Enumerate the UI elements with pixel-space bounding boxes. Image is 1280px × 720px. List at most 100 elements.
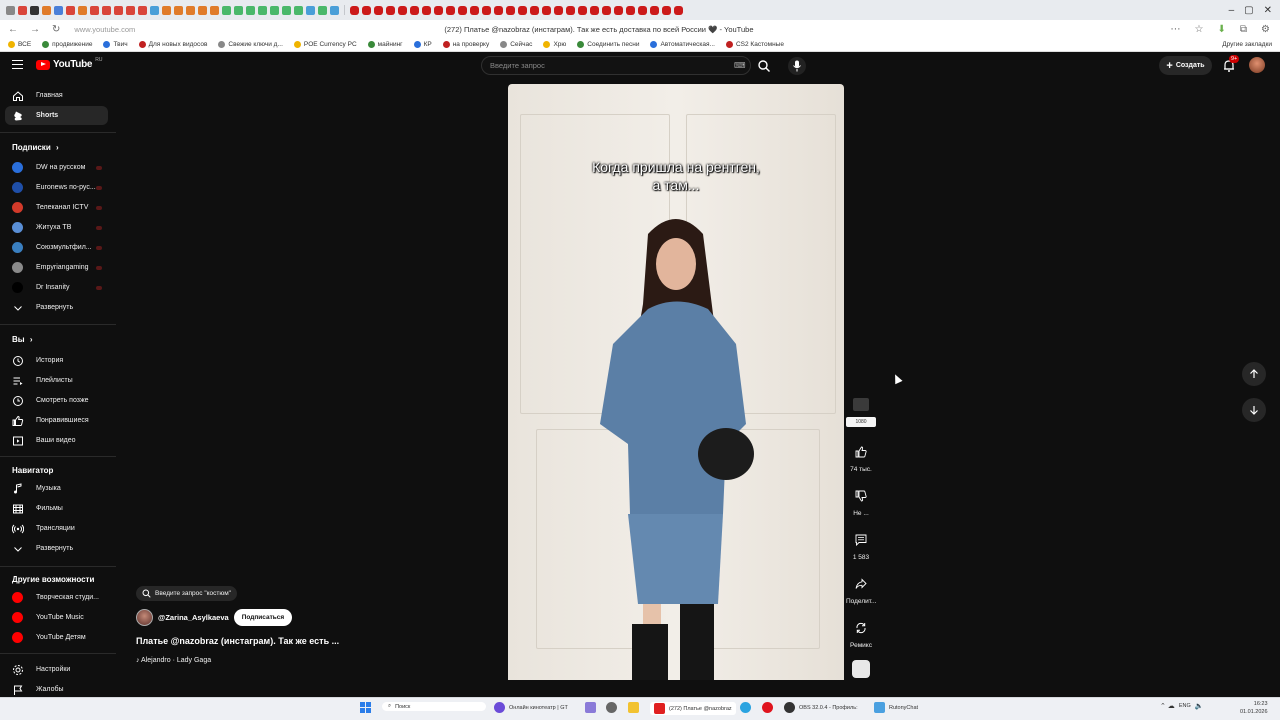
subscriptions-header[interactable]: Подписки › — [12, 143, 59, 152]
browser-tab-youtube-icon[interactable] — [638, 5, 647, 15]
browser-tab-youtube-icon[interactable] — [542, 5, 551, 15]
taskbar-item-pen[interactable] — [585, 702, 596, 713]
sidebar-item-movies[interactable]: Фильмы — [5, 499, 108, 518]
download-icon[interactable]: ⬇ — [1218, 24, 1226, 35]
taskbar-item-youtube[interactable]: (272) Платье @nazobraz — [650, 702, 736, 715]
channel-name[interactable]: @Zarina_Asylkaeva — [158, 613, 229, 622]
taskbar-item-browser[interactable]: Онлайн кинотеатр | GT — [494, 702, 568, 713]
start-button[interactable] — [360, 702, 371, 713]
sound-thumbnail[interactable] — [852, 660, 870, 678]
bookmark-item[interactable]: ВСЕ — [8, 41, 31, 48]
browser-tab-favicon[interactable] — [54, 5, 63, 15]
expand-subscriptions-button[interactable]: Развернуть — [5, 298, 108, 317]
bookmark-item[interactable]: Сейчас — [500, 41, 532, 48]
subscription-item[interactable]: DW на русском — [5, 158, 108, 177]
browser-tab-favicon[interactable] — [66, 5, 75, 15]
tray-icons[interactable]: ⌃ ☁ — [1160, 702, 1175, 710]
browser-tab-youtube-icon[interactable] — [626, 5, 635, 15]
taskbar-item-rutony[interactable]: RutonyChat — [874, 702, 918, 713]
sidebar-item-music[interactable]: Музыка — [5, 479, 108, 498]
bookmark-item[interactable]: КР — [413, 41, 432, 48]
subscription-item[interactable]: Euronews по-рус... — [5, 178, 108, 197]
browser-tab-youtube-icon[interactable] — [602, 5, 611, 15]
more-item[interactable]: YouTube Music — [5, 608, 108, 627]
search-input[interactable]: Введите запрос — [481, 56, 751, 75]
comments-action[interactable]: 1 583 — [846, 529, 876, 561]
browser-tab-favicon[interactable] — [150, 5, 159, 15]
browser-tab-favicon[interactable] — [6, 5, 15, 15]
browser-tab-favicon[interactable] — [78, 5, 87, 15]
short-video-player[interactable]: Когда пришла на рентген, а там... — [508, 84, 844, 680]
more-header[interactable]: Другие возможности — [12, 575, 94, 584]
sidebar-item-settings[interactable]: Настройки — [5, 660, 108, 679]
menu-dots-icon[interactable]: ⋯ — [1171, 24, 1181, 35]
explore-header[interactable]: Навигатор — [12, 466, 53, 475]
expand-explore-button[interactable]: Развернуть — [5, 539, 108, 558]
bookmark-item[interactable]: Автоматическая... — [650, 41, 715, 48]
browser-tab-favicon[interactable] — [198, 5, 207, 15]
volume-icon[interactable]: 🔈 — [1195, 702, 1204, 710]
bookmark-item[interactable]: Твич — [103, 41, 128, 48]
minimize-icon[interactable]: – — [1229, 5, 1235, 16]
browser-tab-youtube-icon[interactable] — [410, 5, 419, 15]
music-link[interactable]: ♪ Alejandro · Lady Gaga — [136, 657, 211, 664]
taskbar-item-folder[interactable] — [628, 702, 639, 713]
taskbar-item-telegram[interactable] — [740, 702, 751, 713]
browser-tab-youtube-icon[interactable] — [362, 5, 371, 15]
previous-short-button[interactable] — [1242, 362, 1266, 386]
browser-tab-favicon[interactable] — [318, 5, 327, 15]
you-header[interactable]: Вы › — [12, 335, 33, 344]
browser-tab-youtube-icon[interactable] — [386, 5, 395, 15]
sidebar-item-shorts[interactable]: Shorts — [5, 106, 108, 125]
extensions-icon[interactable]: ⧉ — [1240, 24, 1247, 35]
subscription-item[interactable]: Empyriangaming — [5, 258, 108, 277]
browser-tab-youtube-icon[interactable] — [590, 5, 599, 15]
sidebar-item-live[interactable]: Трансляции — [5, 519, 108, 538]
settings-icon[interactable]: ⚙ — [1261, 24, 1270, 35]
browser-tab-favicon[interactable] — [294, 5, 303, 15]
maximize-icon[interactable]: ▢ — [1244, 5, 1253, 16]
bookmark-item[interactable]: POE Currency PC — [293, 41, 357, 48]
share-action[interactable]: Поделит... — [846, 573, 876, 605]
browser-tab-youtube-icon[interactable] — [398, 5, 407, 15]
url-field[interactable]: www.youtube.com — [74, 25, 444, 34]
browser-tab-favicon[interactable] — [270, 5, 279, 15]
browser-tab-youtube-icon[interactable] — [674, 5, 683, 15]
taskbar-search[interactable]: ⌕ Поиск — [382, 702, 486, 711]
comment-icon[interactable] — [850, 529, 872, 551]
search-icon[interactable] — [757, 59, 771, 73]
bookmark-item[interactable]: Для новых видосов — [138, 41, 207, 48]
browser-tab-favicon[interactable] — [114, 5, 123, 15]
browser-tab-youtube-icon[interactable] — [470, 5, 479, 15]
bookmark-item[interactable]: Хрю — [543, 41, 566, 48]
video-title[interactable]: Платье @nazobraz (инстаграм). Так же ест… — [136, 636, 339, 646]
browser-tab-youtube-icon[interactable] — [374, 5, 383, 15]
bookmark-item[interactable]: CS2 Кастомные — [725, 41, 784, 48]
browser-tab-favicon[interactable] — [30, 5, 39, 15]
reload-icon[interactable]: ↻ — [52, 24, 60, 35]
create-button[interactable]: + Создать — [1159, 56, 1212, 75]
browser-tab-favicon[interactable] — [222, 5, 231, 15]
browser-tab-favicon[interactable] — [330, 5, 339, 15]
browser-tab-youtube-icon[interactable] — [458, 5, 467, 15]
browser-tab-youtube-icon[interactable] — [578, 5, 587, 15]
remix-action[interactable]: Ремикс — [846, 617, 876, 649]
browser-tab-favicon[interactable] — [186, 5, 195, 15]
remix-icon[interactable] — [850, 617, 872, 639]
keyboard-icon[interactable]: ⌨ — [734, 61, 746, 70]
back-icon[interactable]: ← — [8, 24, 18, 35]
other-bookmarks[interactable]: Другие закладки — [1222, 41, 1272, 48]
browser-tab-favicon[interactable] — [138, 5, 147, 15]
like-action[interactable]: 74 тыс. — [846, 441, 876, 473]
thumb-up-icon[interactable] — [850, 441, 872, 463]
bookmark-item[interactable]: майнинг — [367, 41, 403, 48]
subscription-item[interactable]: Телеканал ICTV — [5, 198, 108, 217]
taskbar-item-opera[interactable] — [762, 702, 773, 713]
sidebar-item-playlists[interactable]: Плейлисты — [5, 371, 108, 390]
taskbar-item-obs[interactable]: OBS 32.0.4 - Профиль: — [784, 702, 858, 713]
browser-tab-youtube-icon[interactable] — [434, 5, 443, 15]
browser-tab-favicon[interactable] — [234, 5, 243, 15]
browser-tab-youtube-icon[interactable] — [662, 5, 671, 15]
browser-tab-favicon[interactable] — [246, 5, 255, 15]
browser-tab-favicon[interactable] — [210, 5, 219, 15]
